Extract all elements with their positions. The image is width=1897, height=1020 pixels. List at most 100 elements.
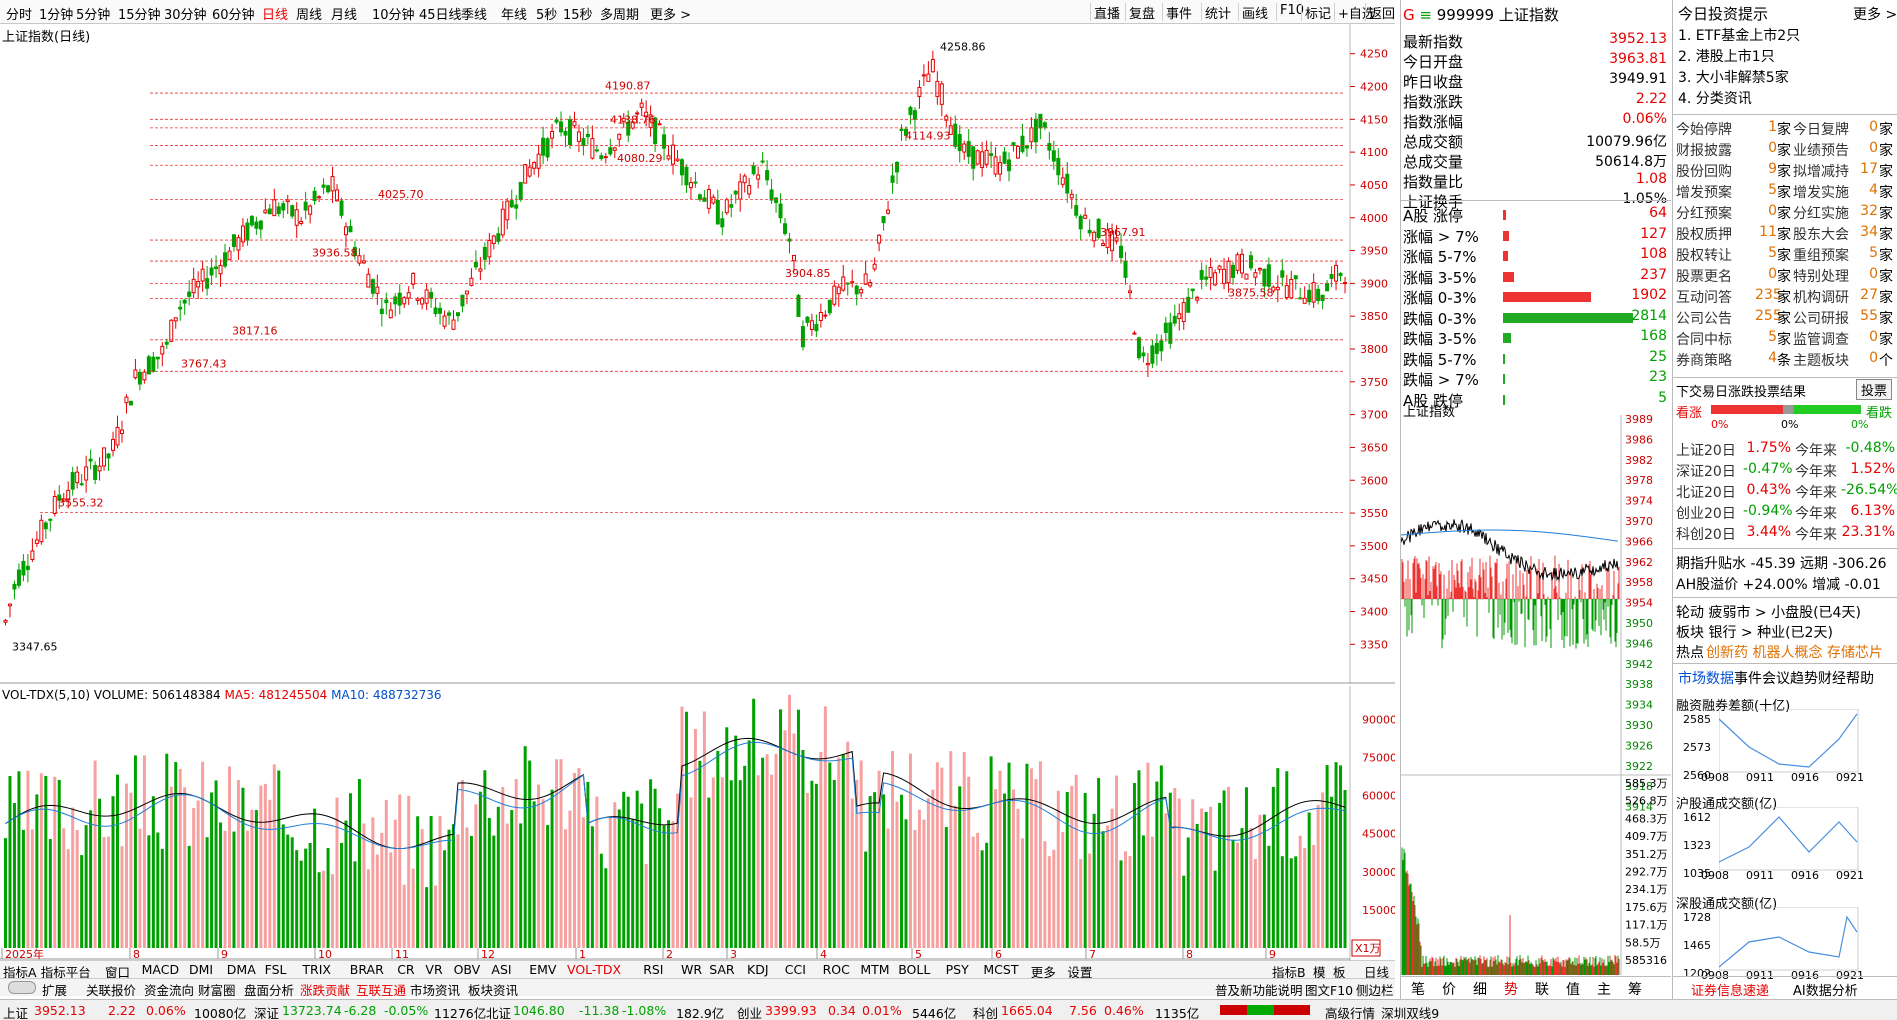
ext-right-1[interactable]: 图文F10 [1305,980,1353,999]
period-tab-11[interactable]: 季线 [461,4,487,23]
indicator-tab-21[interactable]: MTM [860,962,889,977]
indicator-tab-13[interactable]: EMV [529,962,556,977]
indicator-tab-3[interactable]: MACD [142,962,179,977]
mini-tab-4[interactable]: 联 [1535,979,1549,999]
ext-right-2[interactable]: 侧边栏 [1356,980,1394,999]
indicator-tab-14[interactable]: VOL-TDX [567,962,621,977]
grid-label[interactable]: 今始停牌 [1676,119,1732,139]
grid-label[interactable]: 增发预案 [1676,182,1732,202]
mini-tab-7[interactable]: 筹 [1628,979,1642,999]
indicator-tab-8[interactable]: BRAR [350,962,384,977]
ext-tab-2[interactable]: 资金流向 [144,980,194,999]
mini-tab-0[interactable]: 笔 [1411,979,1425,999]
vote-button[interactable]: 投票 [1856,379,1893,400]
period-tab-9[interactable]: 10分钟 [372,4,415,23]
ext-tab-8[interactable]: 板块资讯 [468,980,518,999]
period-tab-13[interactable]: 5秒 [536,4,557,23]
grid-label2[interactable]: 主题板块 [1793,350,1849,370]
toolbar-right-0[interactable]: 直播 [1090,3,1123,22]
tip-item-0[interactable]: 1. ETF基金上市2只 [1678,25,1800,45]
footer-ai[interactable]: AI数据分析 [1793,980,1858,999]
ext-tab-4[interactable]: 盘面分析 [244,980,294,999]
period-tab-6[interactable]: 日线 [262,4,288,23]
grid-label2[interactable]: 拟增减持 [1793,161,1849,181]
period-tab-0[interactable]: 分时 [6,4,32,23]
data-tab-3[interactable]: 帮助 [1846,668,1874,688]
period-tab-4[interactable]: 30分钟 [164,4,207,23]
intraday-mini-chart[interactable]: 3989 3986 3982 3978 3974 3970 3966 3962 3958 3954… [1401,415,1671,975]
indicator-tab-4[interactable]: DMI [189,962,213,977]
grid-label2[interactable]: 股东大会 [1793,224,1849,244]
mini-tab-2[interactable]: 细 [1473,979,1487,999]
grid-label2[interactable]: 机构调研 [1793,287,1849,307]
toolbar-right-1[interactable]: 复盘 [1125,3,1158,22]
tips-more-link[interactable]: 更多 > [1853,4,1897,24]
grid-label[interactable]: 股权质押 [1676,224,1732,244]
period-tab-7[interactable]: 周线 [296,4,322,23]
grid-label[interactable]: 互动问答 [1676,287,1732,307]
indicator-tab-22[interactable]: BOLL [898,962,930,977]
ext-tab-1[interactable]: 关联报价 [86,980,136,999]
data-tab-1[interactable]: 事件会议 [1734,668,1790,688]
mini-tab-5[interactable]: 值 [1566,979,1580,999]
indicator-tab-20[interactable]: ROC [823,962,850,977]
period-tab-16[interactable]: 更多 > [650,4,691,23]
indicator-tab-17[interactable]: SAR [709,962,734,977]
indicator-tab-15[interactable]: RSI [643,962,663,977]
ext-tab-6[interactable]: 互联互通 [356,980,406,999]
toolbar-right-4[interactable]: 画线 [1238,3,1271,22]
mini-tab-6[interactable]: 主 [1597,979,1611,999]
grid-label2[interactable]: 今日复牌 [1793,119,1849,139]
indicator-tab-18[interactable]: KDJ [747,962,769,977]
period-tab-10[interactable]: 45日线 [419,4,462,23]
hot-topics[interactable]: 创新药 机器人概念 存储芯片 [1706,642,1883,662]
mini-tab-1[interactable]: 价 [1442,979,1456,999]
period-tab-1[interactable]: 1分钟 [39,4,73,23]
tip-item-2[interactable]: 3. 大小非解禁5家 [1678,67,1789,87]
period-tab-15[interactable]: 多周期 [600,4,639,23]
ext-tab-7[interactable]: 市场资讯 [410,980,460,999]
toolbar-right-6[interactable]: 标记 [1301,3,1334,22]
toolbar-right-2[interactable]: 事件 [1162,3,1195,22]
indicator-tab-9[interactable]: CR [397,962,414,977]
mini-tab-3[interactable]: 势 [1504,979,1518,999]
grid-label[interactable]: 股票更名 [1676,266,1732,286]
ext-tab-3[interactable]: 财富圈 [198,980,236,999]
grid-label2[interactable]: 公司研报 [1793,308,1849,328]
indicator-tab-6[interactable]: FSL [265,962,287,977]
indicator-tab-24[interactable]: MCST [983,962,1018,977]
toolbar-right-3[interactable]: 统计 [1201,3,1234,22]
grid-label2[interactable]: 特别处理 [1793,266,1849,286]
indicator-tab-16[interactable]: WR [681,962,702,977]
grid-label2[interactable]: 重组预案 [1793,245,1849,265]
grid-label2[interactable]: 增发实施 [1793,182,1849,202]
ext-right-0[interactable]: 普及新功能说明 [1215,980,1303,999]
period-tab-14[interactable]: 15秒 [563,4,593,23]
toolbar-right-8[interactable]: 返回 [1365,3,1398,22]
tip-item-1[interactable]: 2. 港股上市1只 [1678,46,1775,66]
ext-tab-5[interactable]: 涨跌贡献 [300,980,350,999]
ext-tab-0[interactable]: 扩展 [42,980,67,999]
toggle-switch-icon[interactable] [8,981,36,994]
indicator-tab-19[interactable]: CCI [785,962,806,977]
period-tab-12[interactable]: 年线 [501,4,527,23]
grid-label[interactable]: 股权转让 [1676,245,1732,265]
indicator-tab-10[interactable]: VR [425,962,442,977]
grid-label2[interactable]: 业绩预告 [1793,140,1849,160]
data-tab-2[interactable]: 趋势财经 [1790,668,1846,688]
indicator-tab-7[interactable]: TRIX [302,962,331,977]
footer-news[interactable]: 证券信息速递 [1691,980,1769,999]
period-tab-2[interactable]: 5分钟 [76,4,110,23]
indicator-tab-11[interactable]: OBV [454,962,481,977]
grid-label[interactable]: 券商策略 [1676,350,1732,370]
grid-label[interactable]: 公司公告 [1676,308,1732,328]
indicator-tab-12[interactable]: ASI [491,962,511,977]
grid-label2[interactable]: 监管调查 [1793,329,1849,349]
indicator-tab-23[interactable]: PSY [946,962,969,977]
grid-label2[interactable]: 分红实施 [1793,203,1849,223]
tip-item-3[interactable]: 4. 分类资讯 [1678,88,1752,108]
grid-label[interactable]: 股份回购 [1676,161,1732,181]
period-tab-8[interactable]: 月线 [331,4,357,23]
candlestick-chart[interactable]: 4250 4200 4150 4100 4050 4000 3950 3900 3850 3800… [0,24,1395,684]
data-tab-0[interactable]: 市场数据 [1678,668,1734,688]
